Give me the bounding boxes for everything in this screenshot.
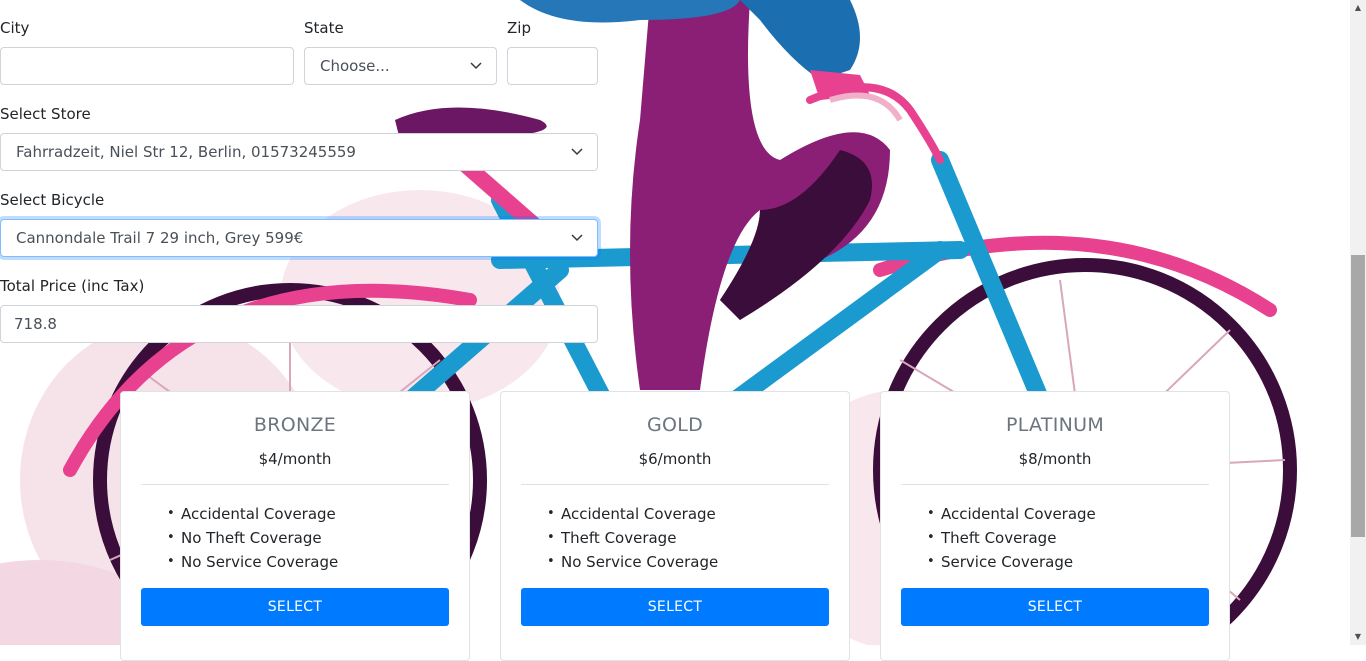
zip-label: Zip bbox=[507, 19, 531, 37]
plan-title: PLATINUM bbox=[1005, 414, 1105, 436]
plan-card-bronze: BRONZE $4/month Accidental Coverage No T… bbox=[120, 391, 470, 661]
list-item: Accidental Coverage bbox=[547, 502, 718, 526]
divider bbox=[521, 484, 829, 485]
vertical-scrollbar[interactable]: ▲ ▼ bbox=[1350, 0, 1366, 645]
list-item: Accidental Coverage bbox=[927, 502, 1096, 526]
select-platinum-button[interactable]: SELECT bbox=[901, 588, 1209, 626]
select-bronze-button[interactable]: SELECT bbox=[141, 588, 449, 626]
zip-input[interactable] bbox=[507, 47, 598, 85]
plan-title: BRONZE bbox=[253, 414, 337, 436]
state-label: State bbox=[304, 19, 344, 37]
city-label: City bbox=[0, 19, 30, 37]
select-gold-button[interactable]: SELECT bbox=[521, 588, 829, 626]
divider bbox=[141, 484, 449, 485]
chevron-down-icon bbox=[571, 148, 583, 156]
list-item: Service Coverage bbox=[927, 550, 1096, 574]
plan-card-platinum: PLATINUM $8/month Accidental Coverage Th… bbox=[880, 391, 1230, 661]
plan-card-gold: GOLD $6/month Accidental Coverage Theft … bbox=[500, 391, 850, 661]
scroll-up-arrow-icon[interactable]: ▲ bbox=[1350, 0, 1366, 16]
store-select-value: Fahrradzeit, Niel Str 12, Berlin, 015732… bbox=[16, 143, 356, 161]
city-input[interactable] bbox=[0, 47, 294, 85]
bicycle-select[interactable]: Cannondale Trail 7 29 inch, Grey 599€ bbox=[0, 219, 598, 257]
list-item: Accidental Coverage bbox=[167, 502, 338, 526]
list-item: Theft Coverage bbox=[547, 526, 718, 550]
chevron-down-icon bbox=[571, 234, 583, 242]
feature-list: Accidental Coverage Theft Coverage Servi… bbox=[927, 502, 1096, 574]
plan-price: $8/month bbox=[1018, 450, 1092, 468]
total-price-label: Total Price (inc Tax) bbox=[0, 277, 145, 295]
feature-list: Accidental Coverage No Theft Coverage No… bbox=[167, 502, 338, 574]
scroll-down-arrow-icon[interactable]: ▼ bbox=[1350, 629, 1366, 645]
total-price-input[interactable]: 718.8 bbox=[0, 305, 598, 343]
bicycle-label: Select Bicycle bbox=[0, 191, 105, 209]
plan-title: GOLD bbox=[646, 414, 704, 436]
store-label: Select Store bbox=[0, 105, 91, 123]
divider bbox=[901, 484, 1209, 485]
state-select-value: Choose... bbox=[320, 57, 390, 75]
list-item: No Service Coverage bbox=[167, 550, 338, 574]
plan-price: $4/month bbox=[258, 450, 332, 468]
list-item: No Service Coverage bbox=[547, 550, 718, 574]
list-item: No Theft Coverage bbox=[167, 526, 338, 550]
list-item: Theft Coverage bbox=[927, 526, 1096, 550]
plan-price: $6/month bbox=[638, 450, 712, 468]
feature-list: Accidental Coverage Theft Coverage No Se… bbox=[547, 502, 718, 574]
chevron-down-icon bbox=[470, 62, 482, 70]
bicycle-select-value: Cannondale Trail 7 29 inch, Grey 599€ bbox=[16, 229, 304, 247]
store-select[interactable]: Fahrradzeit, Niel Str 12, Berlin, 015732… bbox=[0, 133, 598, 171]
state-select[interactable]: Choose... bbox=[304, 47, 497, 85]
scroll-thumb[interactable] bbox=[1351, 255, 1365, 537]
